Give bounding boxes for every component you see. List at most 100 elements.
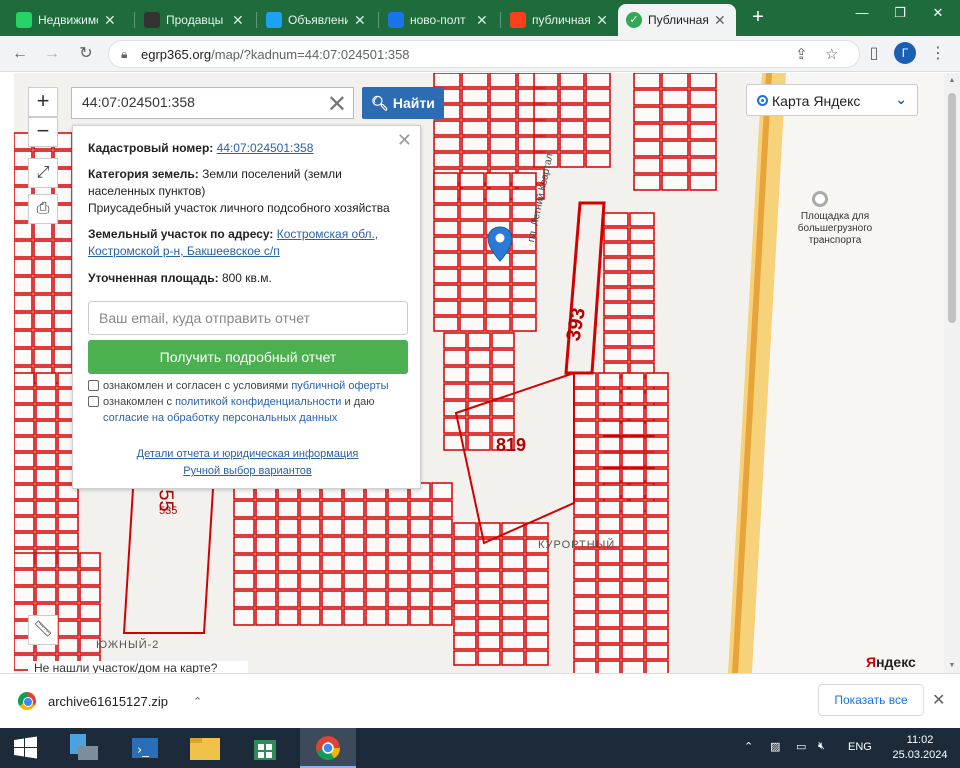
ruler-icon[interactable]: 📏︎ xyxy=(28,615,58,645)
parcel-shape xyxy=(621,628,645,644)
address-bar[interactable]: 🔒︎ egrp365.org/map/?kadnum=44:07:024501:… xyxy=(108,40,860,68)
parcel-shape xyxy=(233,536,255,554)
close-icon[interactable]: ✕ xyxy=(932,690,945,710)
parcel-shape xyxy=(14,436,35,452)
details-link[interactable]: Детали отчета и юридическая информация xyxy=(73,448,422,460)
scroll-up-icon[interactable]: ▲ xyxy=(948,77,956,84)
find-button[interactable]: 🔍︎ Найти xyxy=(362,87,444,119)
back-icon[interactable]: ← xyxy=(8,42,32,66)
minimize-icon[interactable]: — xyxy=(842,0,882,30)
tab-2[interactable]: Продавцы ✕ xyxy=(136,4,254,36)
close-icon[interactable]: ✕ xyxy=(104,12,116,29)
address-link-1[interactable]: Костромская обл., xyxy=(277,227,378,241)
network-status-icon[interactable]: ▨ xyxy=(770,740,780,768)
scrollbar-thumb[interactable] xyxy=(948,93,956,323)
parcel-shape xyxy=(321,554,343,572)
chevron-up-icon[interactable]: ⌃ xyxy=(193,695,202,708)
consent-link[interactable]: согласие на обработку персональных данны… xyxy=(103,412,337,424)
parcel-shape xyxy=(443,400,467,417)
close-icon[interactable]: ✕ xyxy=(596,12,608,29)
downloads-bar: archive61615127.zip ⌃ Показать все ✕ xyxy=(0,673,960,728)
map-scrollbar[interactable]: ▲ ▼ xyxy=(944,73,960,673)
tab-5[interactable]: публичная ✕ xyxy=(502,4,616,36)
volume-muted-icon[interactable]: 🔇︎ xyxy=(818,740,825,768)
parcel-shape xyxy=(453,538,477,554)
fullscreen-icon[interactable]: ⤢ xyxy=(28,158,58,188)
get-report-button[interactable]: Получить подробный отчет xyxy=(88,340,408,374)
parcel-shape xyxy=(621,612,645,628)
zoom-in-button[interactable]: + xyxy=(28,87,58,117)
windows-taskbar: ›_ ⌃ ▨ ▭ 🔇︎ ENG 11:02 25.03.2024 xyxy=(0,728,960,768)
scroll-down-icon[interactable]: ▼ xyxy=(948,662,956,669)
tray-chevron-up-icon[interactable]: ⌃ xyxy=(744,740,753,768)
start-button[interactable] xyxy=(0,728,50,768)
parcel-shape xyxy=(387,608,409,626)
tab-4[interactable]: ново-полт ✕ xyxy=(380,4,498,36)
tab-6-active[interactable]: ✓ Публичная ✕ xyxy=(618,4,736,36)
reload-icon[interactable]: ↻ xyxy=(74,42,98,66)
battery-icon[interactable]: ▭ xyxy=(796,740,806,768)
tab-1[interactable]: Недвижимость ✕ xyxy=(8,4,132,36)
share-icon[interactable]: ⇪ xyxy=(795,45,808,63)
parcel-shape xyxy=(525,650,549,666)
parcel-shape xyxy=(597,564,621,580)
tab-3[interactable]: Объявления ✕ xyxy=(258,4,376,36)
clear-icon[interactable]: ✕ xyxy=(327,90,347,119)
menu-kebab-icon[interactable]: ⋮ xyxy=(926,42,950,66)
privacy-checkbox[interactable] xyxy=(88,396,99,407)
profile-avatar[interactable]: Г xyxy=(894,42,916,64)
language-indicator[interactable]: ENG xyxy=(848,741,872,768)
computer-icon xyxy=(70,734,98,760)
taskbar-app-network[interactable] xyxy=(56,728,112,768)
whatsapp-favicon-icon xyxy=(16,12,32,28)
manual-select-link[interactable]: Ручной выбор вариантов xyxy=(73,465,422,477)
parcel-shape xyxy=(633,89,661,106)
address-link-2[interactable]: Костромской р-н, Бакшеевское с/п xyxy=(88,244,280,258)
offer-link[interactable]: публичной оферты xyxy=(291,380,388,392)
bookmark-star-icon[interactable]: ☆ xyxy=(825,45,838,63)
lock-icon[interactable]: 🔒︎ xyxy=(121,47,127,62)
parcel-shape xyxy=(321,536,343,554)
parcel-shape xyxy=(467,417,491,434)
taskbar-app-store[interactable] xyxy=(238,728,294,768)
taskbar-app-chrome[interactable] xyxy=(300,728,356,768)
zoom-out-button[interactable]: − xyxy=(28,117,58,147)
close-window-icon[interactable]: ✕ xyxy=(918,0,958,30)
close-icon[interactable]: ✕ xyxy=(354,12,366,29)
email-input[interactable] xyxy=(99,310,399,326)
parcel-shape xyxy=(533,73,559,88)
privacy-link[interactable]: политикой конфиденциальности xyxy=(175,396,341,408)
map-pin-icon[interactable] xyxy=(487,226,513,262)
parcel-shape xyxy=(57,586,79,603)
cadastral-search: ✕ xyxy=(71,87,354,119)
chrome-icon xyxy=(316,736,340,760)
taskbar-app-explorer[interactable] xyxy=(178,728,234,768)
parcel-shape xyxy=(467,434,491,451)
parcel-shape xyxy=(573,612,597,628)
parcel-shape xyxy=(661,73,689,89)
poi-marker-icon[interactable] xyxy=(812,191,828,207)
parcel-shape xyxy=(597,404,621,420)
parcel-shape xyxy=(597,612,621,628)
parcel-shape xyxy=(53,258,73,276)
show-all-button[interactable]: Показать все xyxy=(818,684,924,716)
close-icon[interactable]: ✕ xyxy=(714,12,726,29)
parcel-shape xyxy=(14,532,35,548)
download-item[interactable]: archive61615127.zip ⌃ xyxy=(10,684,202,718)
cadastral-search-input[interactable] xyxy=(82,94,322,110)
offer-checkbox[interactable] xyxy=(88,380,99,391)
side-panel-icon[interactable]: ▯ xyxy=(862,42,886,66)
close-icon[interactable]: ✕ xyxy=(232,12,244,29)
restore-icon[interactable]: ❐ xyxy=(880,0,920,30)
cadastral-link[interactable]: 44:07:024501:358 xyxy=(217,141,314,155)
url-text[interactable]: egrp365.org/map/?kadnum=44:07:024501:358 xyxy=(141,47,410,62)
parcel-shape xyxy=(57,569,79,586)
close-icon[interactable]: ✕ xyxy=(476,12,488,29)
map-layer-select[interactable]: Карта Яндекс ⌄ xyxy=(746,84,918,116)
forward-icon[interactable]: → xyxy=(40,42,64,66)
print-icon[interactable]: ⎙ xyxy=(28,194,58,224)
new-tab-button[interactable]: + xyxy=(746,6,770,30)
taskbar-app-powershell[interactable]: ›_ xyxy=(118,728,174,768)
parcel-shape xyxy=(525,554,549,570)
taskbar-clock[interactable]: 11:02 25.03.2024 xyxy=(890,733,950,763)
